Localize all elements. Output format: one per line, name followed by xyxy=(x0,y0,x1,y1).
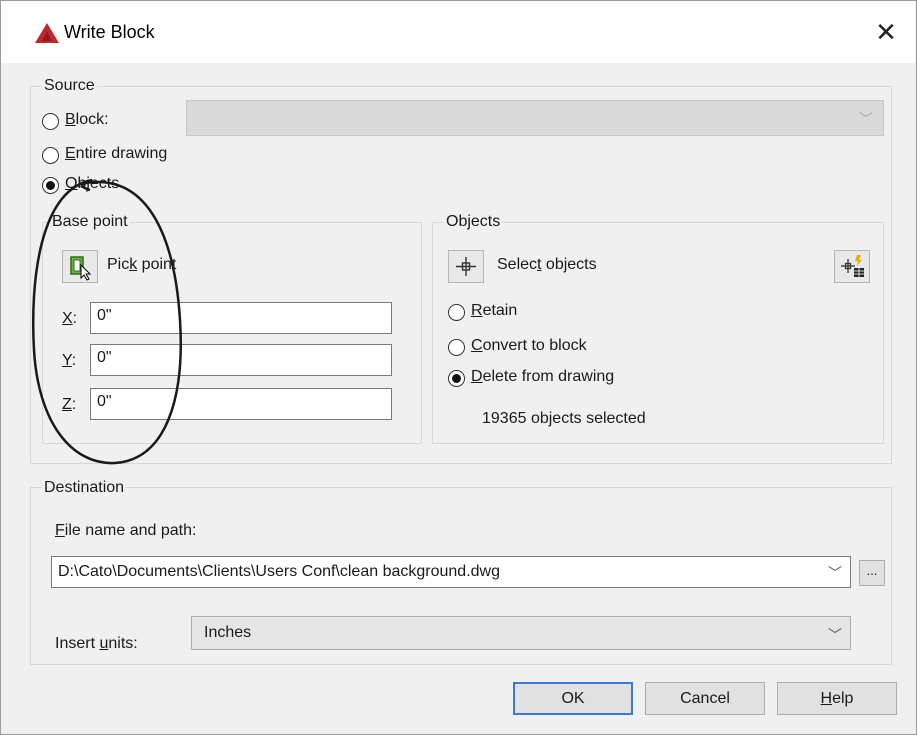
quick-select-button[interactable] xyxy=(834,250,870,283)
crosshair-icon xyxy=(456,257,476,276)
file-path-combo[interactable]: D:\Cato\Documents\Clients\Users Conf\cle… xyxy=(51,556,851,588)
source-legend: Source xyxy=(42,77,97,95)
block-select[interactable]: ﹀ xyxy=(186,100,884,136)
file-path-value: D:\Cato\Documents\Clients\Users Conf\cle… xyxy=(58,563,500,580)
select-objects-label: Select objects xyxy=(497,256,597,273)
file-name-label: File name and path: xyxy=(55,522,197,539)
retain-radio[interactable] xyxy=(448,304,465,321)
insert-units-label: Insert units: xyxy=(55,635,138,652)
delete-from-drawing-label: Delete from drawing xyxy=(471,368,615,385)
insert-units-value: Inches xyxy=(204,624,252,641)
annotation-ellipse xyxy=(31,178,182,465)
quick-select-icon xyxy=(841,255,864,277)
convert-to-block-label: Convert to block xyxy=(471,337,587,354)
insert-units-select[interactable]: Inches ﹀ xyxy=(191,616,851,650)
destination-legend: Destination xyxy=(42,479,127,497)
retain-label: Retain xyxy=(471,302,518,319)
delete-from-drawing-radio[interactable] xyxy=(448,370,465,387)
autocad-logo-icon xyxy=(34,22,60,44)
help-button[interactable]: Help xyxy=(777,682,897,715)
chevron-down-icon[interactable]: ﹀ xyxy=(828,563,842,583)
select-objects-button[interactable] xyxy=(448,250,484,283)
block-label: Block: xyxy=(65,111,109,128)
chevron-down-icon: ﹀ xyxy=(828,627,842,643)
chevron-down-icon: ﹀ xyxy=(859,111,873,127)
block-radio[interactable] xyxy=(42,113,59,130)
convert-to-block-radio[interactable] xyxy=(448,339,465,356)
close-button[interactable]: ✕ xyxy=(868,14,904,50)
objects-selected-status: 19365 objects selected xyxy=(482,410,646,427)
browse-button[interactable]: ... xyxy=(859,560,885,586)
cancel-button[interactable]: Cancel xyxy=(645,682,765,715)
dialog-title: Write Block xyxy=(64,22,155,42)
ok-button[interactable]: OK xyxy=(513,682,633,715)
objects-legend: Objects xyxy=(444,213,503,231)
